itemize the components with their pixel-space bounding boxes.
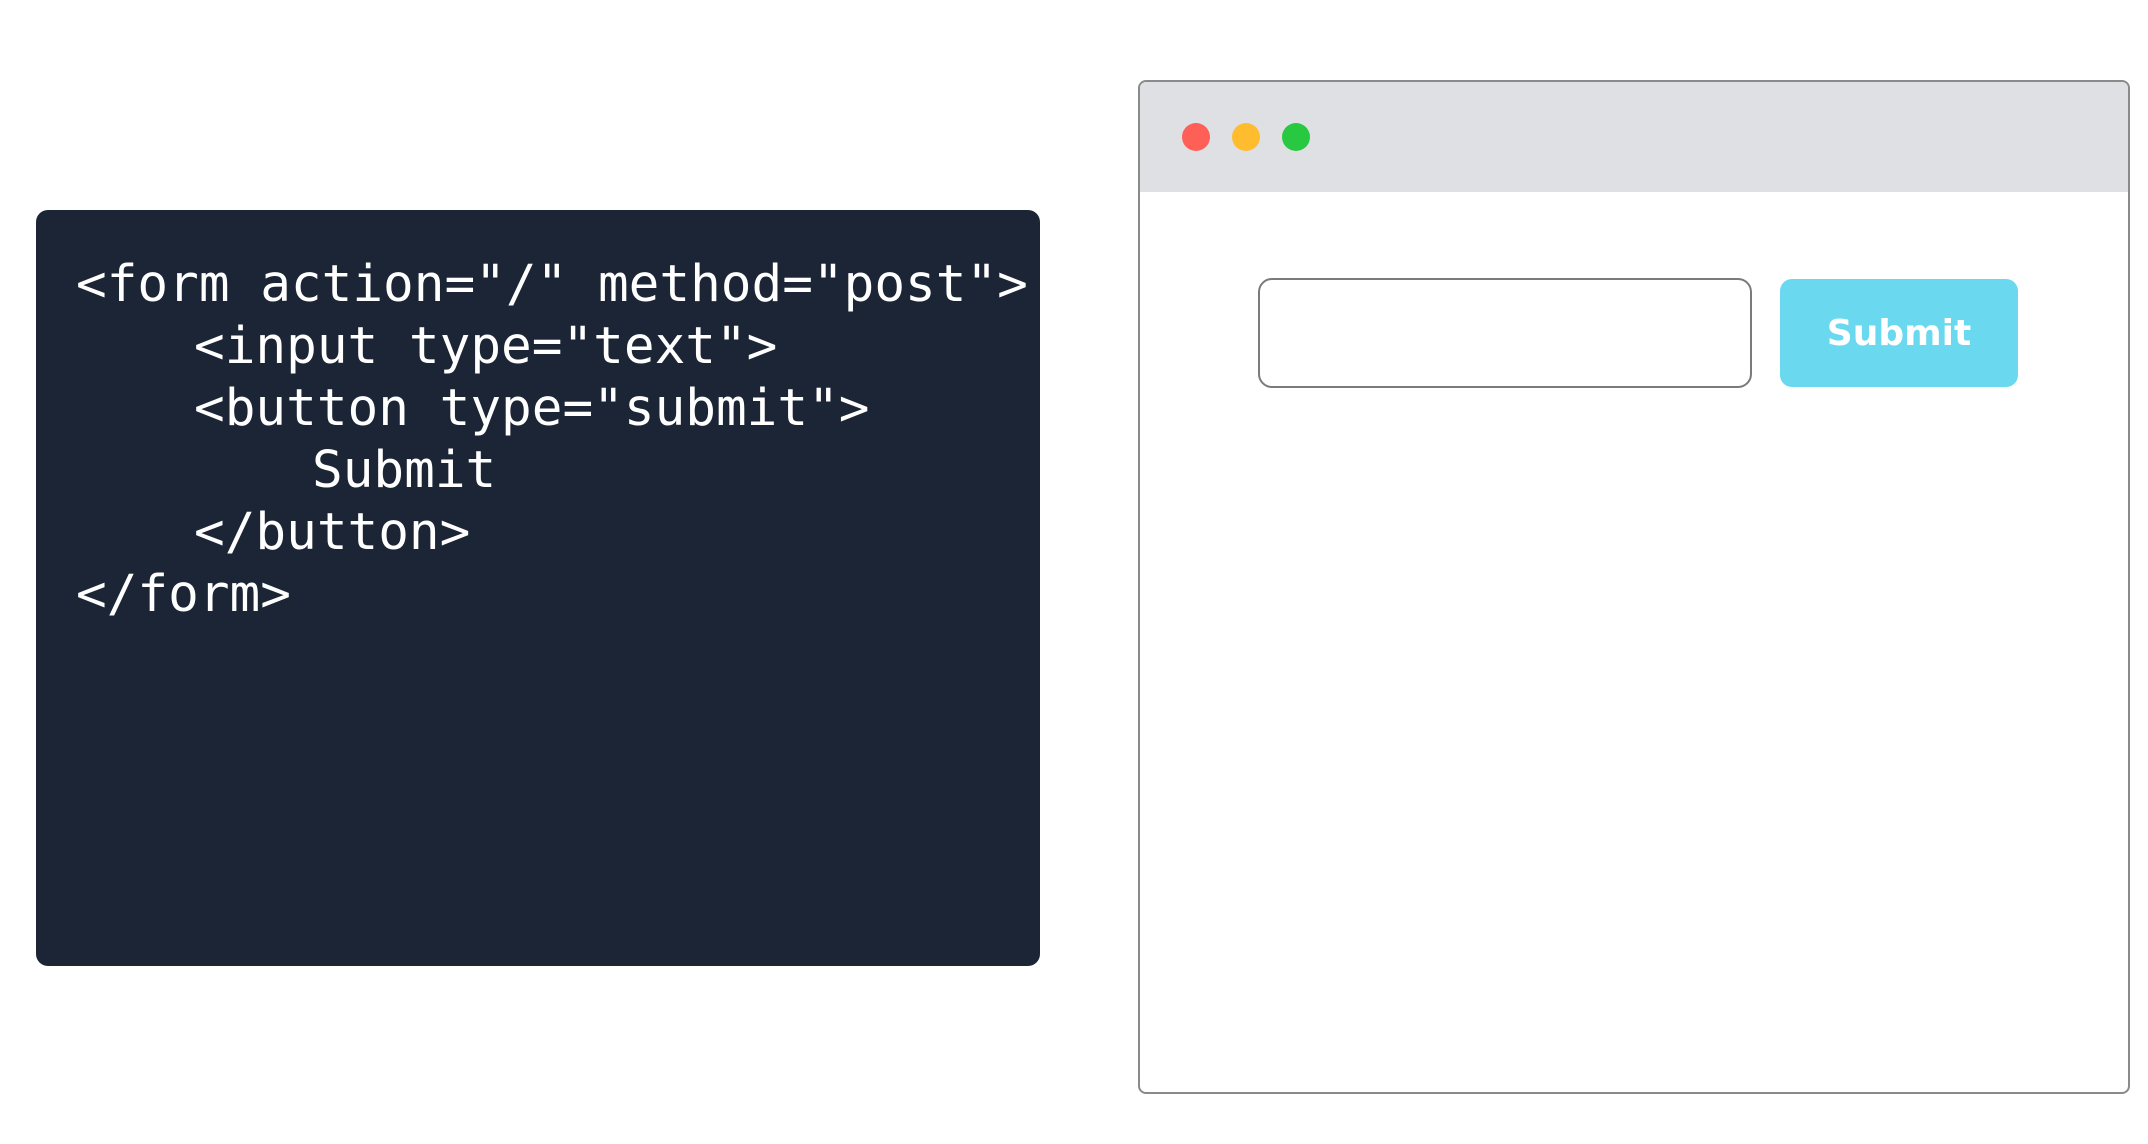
minimize-window-icon[interactable]: [1232, 123, 1260, 151]
code-line-button-close: </button>: [194, 503, 471, 562]
close-window-icon[interactable]: [1182, 123, 1210, 151]
code-line-form-open: <form action="/" method="post">: [76, 255, 1028, 314]
code-line-input: <input type="text">: [194, 317, 778, 376]
code-line-button-text: Submit: [312, 441, 497, 500]
maximize-window-icon[interactable]: [1282, 123, 1310, 151]
code-line-button-open: <button type="submit">: [194, 379, 870, 438]
code-line-form-close: </form>: [76, 565, 291, 624]
browser-titlebar: [1140, 82, 2128, 192]
text-input[interactable]: [1258, 278, 1752, 388]
browser-window: Submit: [1138, 80, 2130, 1094]
submit-button[interactable]: Submit: [1780, 279, 2018, 387]
code-panel: <form action="/" method="post"> <input t…: [36, 210, 1040, 966]
